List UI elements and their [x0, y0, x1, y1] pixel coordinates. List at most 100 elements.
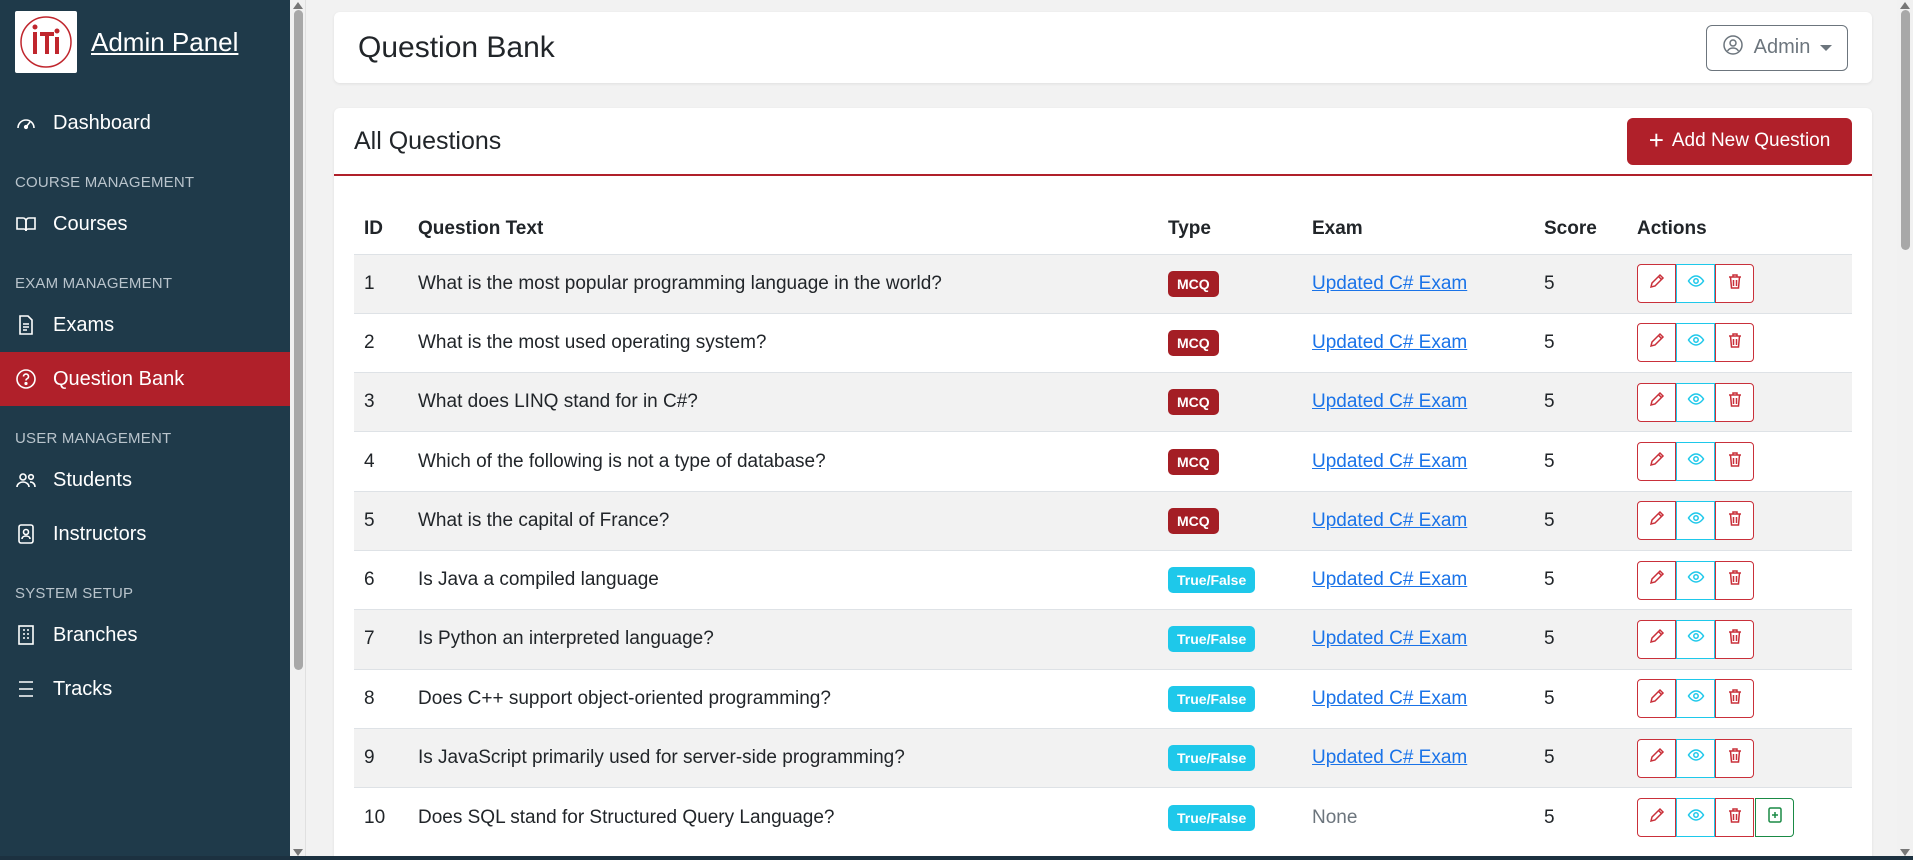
- type-badge: True/False: [1168, 745, 1256, 772]
- edit-button[interactable]: [1637, 738, 1676, 778]
- sidebar-item-label: Branches: [53, 623, 138, 646]
- admin-user-menu-button[interactable]: Admin: [1706, 24, 1848, 71]
- trash-icon: [1726, 687, 1744, 711]
- column-header-score: Score: [1544, 217, 1597, 239]
- delete-button[interactable]: [1715, 679, 1754, 719]
- delete-button[interactable]: [1715, 619, 1754, 659]
- cell-id: 5: [354, 490, 408, 551]
- type-badge: True/False: [1168, 626, 1256, 653]
- view-button[interactable]: [1676, 679, 1715, 719]
- sidebar-scrollbar-thumb[interactable]: [294, 10, 303, 670]
- edit-button[interactable]: [1637, 501, 1676, 541]
- document-icon: [15, 314, 37, 336]
- questions-table: ID Question Text Type Exam Score Actions…: [354, 204, 1852, 847]
- pencil-icon: [1648, 627, 1666, 651]
- exam-link[interactable]: Updated C# Exam: [1312, 510, 1467, 531]
- user-menu-label: Admin: [1753, 36, 1811, 58]
- brand[interactable]: Admin Panel: [0, 0, 290, 84]
- bottom-bar: [0, 856, 1913, 860]
- view-button[interactable]: [1676, 738, 1715, 778]
- building-icon: [15, 624, 37, 646]
- sidebar-item-courses[interactable]: Courses: [0, 197, 290, 251]
- exam-link[interactable]: Updated C# Exam: [1312, 747, 1467, 768]
- sidebar-item-tracks[interactable]: Tracks: [0, 662, 290, 716]
- edit-button[interactable]: [1637, 560, 1676, 600]
- view-button[interactable]: [1676, 501, 1715, 541]
- view-button[interactable]: [1676, 264, 1715, 304]
- cell-score: 5: [1534, 490, 1627, 551]
- cell-score: 5: [1534, 727, 1627, 788]
- exam-link[interactable]: Updated C# Exam: [1312, 688, 1467, 709]
- view-button[interactable]: [1676, 323, 1715, 363]
- edit-button[interactable]: [1637, 679, 1676, 719]
- brand-logo: [15, 11, 77, 73]
- delete-button[interactable]: [1715, 738, 1754, 778]
- scroll-up-arrow[interactable]: [1900, 2, 1910, 9]
- scroll-down-arrow[interactable]: [1900, 849, 1910, 856]
- sidebar-item-exams[interactable]: Exams: [0, 298, 290, 352]
- eye-icon: [1687, 509, 1705, 533]
- row-actions: [1637, 619, 1852, 659]
- scroll-up-arrow[interactable]: [293, 2, 303, 9]
- cell-question-text: What is the most used operating system?: [408, 312, 1158, 373]
- scroll-down-arrow[interactable]: [293, 849, 303, 856]
- sidebar-item-branches[interactable]: Branches: [0, 608, 290, 662]
- table-row: 7 Is Python an interpreted language? Tru…: [354, 609, 1852, 670]
- delete-button[interactable]: [1715, 442, 1754, 482]
- delete-button[interactable]: [1715, 264, 1754, 304]
- column-header-question-text: Question Text: [418, 217, 544, 239]
- cell-actions: [1627, 253, 1852, 314]
- edit-button[interactable]: [1637, 264, 1676, 304]
- question-circle-icon: [15, 368, 37, 390]
- eye-icon: [1687, 450, 1705, 474]
- view-button[interactable]: [1676, 560, 1715, 600]
- view-button[interactable]: [1676, 382, 1715, 422]
- edit-button[interactable]: [1637, 442, 1676, 482]
- exam-link[interactable]: Updated C# Exam: [1312, 332, 1467, 353]
- cell-type: MCQ: [1158, 431, 1302, 492]
- cell-question-text: Is JavaScript primarily used for server-…: [408, 727, 1158, 788]
- view-button[interactable]: [1676, 798, 1715, 838]
- cell-actions: [1627, 787, 1852, 847]
- delete-button[interactable]: [1715, 501, 1754, 541]
- users-icon: [15, 469, 37, 491]
- cell-type: MCQ: [1158, 490, 1302, 551]
- exam-link[interactable]: Updated C# Exam: [1312, 391, 1467, 412]
- exam-link[interactable]: Updated C# Exam: [1312, 451, 1467, 472]
- sidebar-item-label: Courses: [53, 212, 128, 235]
- exam-link[interactable]: Updated C# Exam: [1312, 628, 1467, 649]
- cell-question-text: Does SQL stand for Structured Query Lang…: [408, 787, 1158, 847]
- brand-title[interactable]: Admin Panel: [91, 27, 238, 58]
- eye-icon: [1687, 331, 1705, 355]
- edit-button[interactable]: [1637, 619, 1676, 659]
- delete-button[interactable]: [1715, 382, 1754, 422]
- sidebar-item-question-bank[interactable]: Question Bank: [0, 352, 290, 406]
- cell-exam: Updated C# Exam: [1302, 609, 1534, 670]
- plus-icon: +: [1648, 124, 1664, 155]
- exam-link[interactable]: Updated C# Exam: [1312, 569, 1467, 590]
- delete-button[interactable]: [1715, 798, 1754, 838]
- add-new-question-button[interactable]: + Add New Question: [1627, 117, 1852, 165]
- main-scrollbar[interactable]: [1897, 0, 1913, 860]
- cell-exam: Updated C# Exam: [1302, 727, 1534, 788]
- exam-link[interactable]: Updated C# Exam: [1312, 273, 1467, 294]
- delete-button[interactable]: [1715, 560, 1754, 600]
- main-scrollbar-thumb[interactable]: [1901, 10, 1910, 250]
- sidebar-item-instructors[interactable]: Instructors: [0, 507, 290, 561]
- sidebar-item-students[interactable]: Students: [0, 453, 290, 507]
- pencil-icon: [1648, 331, 1666, 355]
- sidebar-item-dashboard[interactable]: Dashboard: [0, 96, 290, 150]
- edit-button[interactable]: [1637, 798, 1676, 838]
- section-course-management: COURSE MANAGEMENT: [15, 174, 195, 191]
- section-system-setup: SYSTEM SETUP: [15, 585, 134, 602]
- cell-actions: [1627, 312, 1852, 373]
- sidebar-scrollbar[interactable]: [290, 0, 306, 860]
- view-button[interactable]: [1676, 619, 1715, 659]
- edit-button[interactable]: [1637, 382, 1676, 422]
- view-button[interactable]: [1676, 442, 1715, 482]
- edit-button[interactable]: [1637, 323, 1676, 363]
- cell-id: 2: [354, 312, 408, 373]
- delete-button[interactable]: [1715, 323, 1754, 363]
- type-badge: MCQ: [1168, 448, 1219, 475]
- assign-exam-button[interactable]: [1755, 798, 1794, 838]
